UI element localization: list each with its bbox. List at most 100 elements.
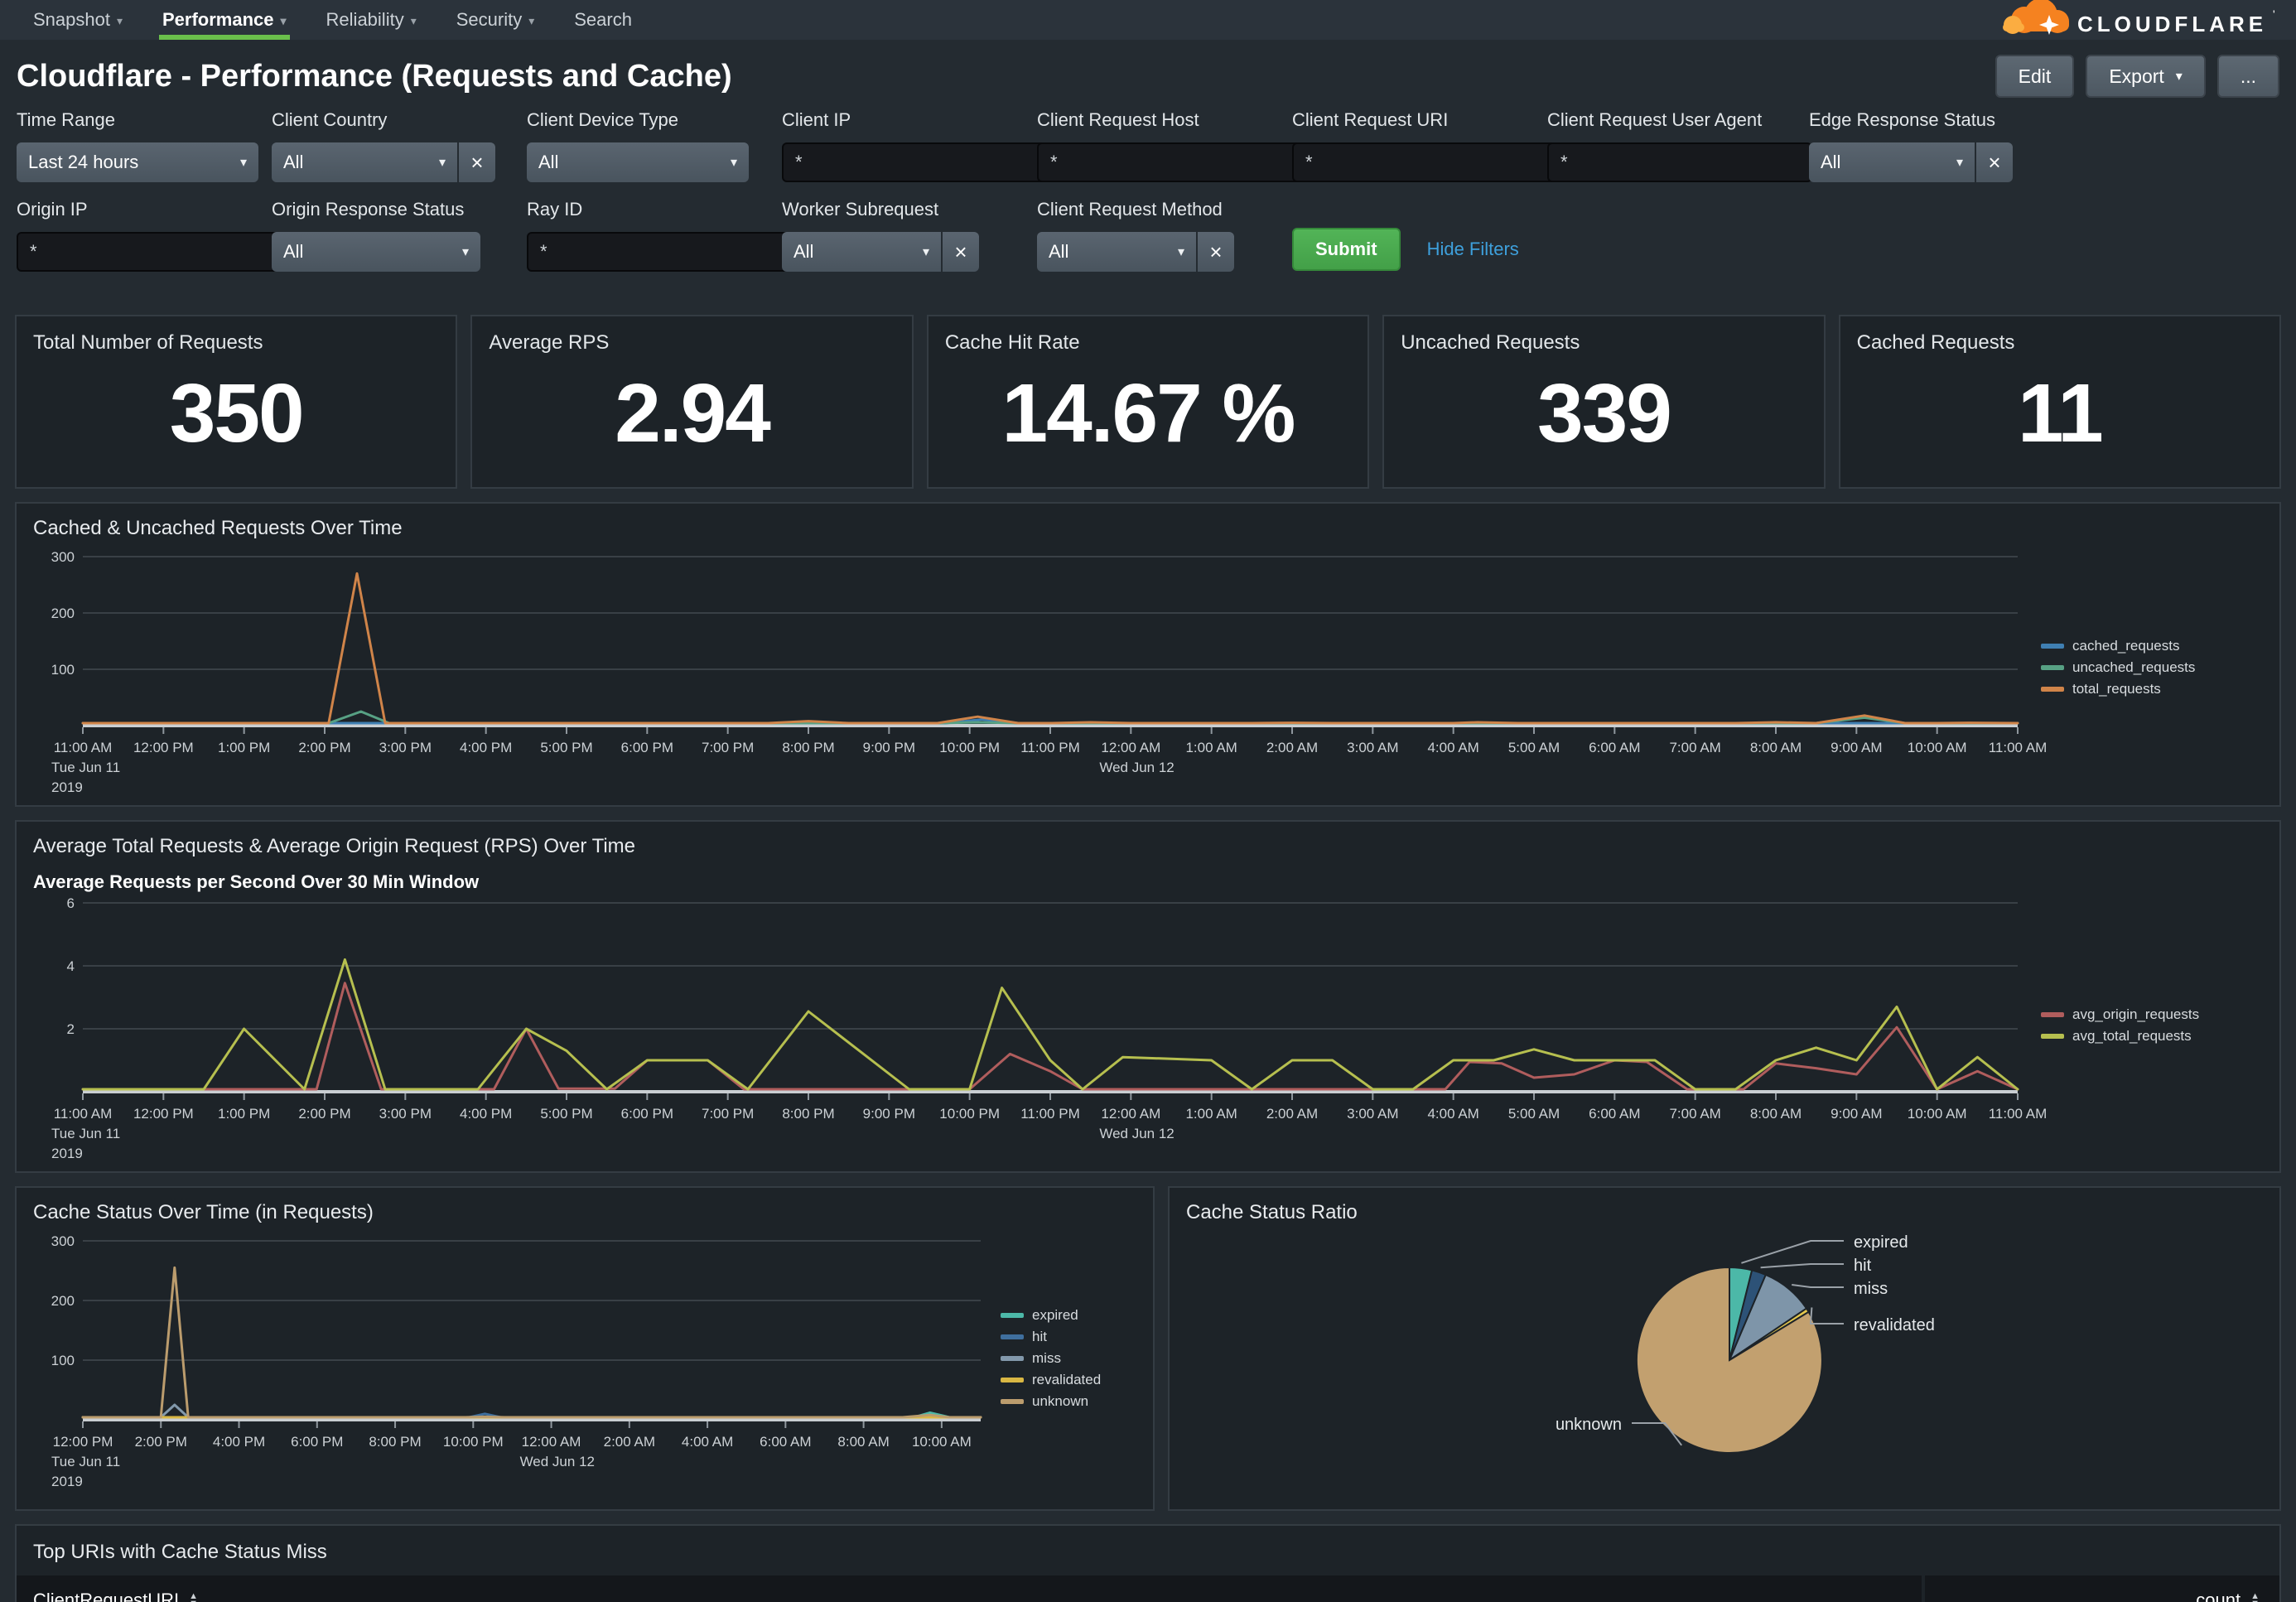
legend-swatch (2041, 1034, 2064, 1039)
nav-item-reliability[interactable]: Reliability▾ (306, 0, 437, 40)
svg-text:8:00 PM: 8:00 PM (782, 740, 834, 755)
legend-item-unknown[interactable]: unknown (1001, 1393, 1140, 1410)
nav-item-security[interactable]: Security▾ (437, 0, 555, 40)
filter-client-request-host: Client Request Host (1037, 109, 1279, 182)
svg-text:4:00 AM: 4:00 AM (1427, 1106, 1478, 1122)
stat-value: 11 (1840, 366, 2279, 461)
export-button[interactable]: Export▾ (2086, 55, 2206, 98)
edit-button[interactable]: Edit (1995, 55, 2075, 98)
stat-card-cache-hit-rate: Cache Hit Rate14.67 % (927, 315, 1369, 489)
filter-client-device-type: Client Device TypeAll▾ (527, 109, 769, 182)
select-value: All (538, 152, 558, 173)
edge-response-status-select[interactable]: All▾ (1809, 142, 1975, 182)
worker-subrequest-clear-button[interactable]: × (943, 232, 979, 272)
nav-item-performance[interactable]: Performance▾ (142, 0, 306, 40)
client-request-user-agent-input[interactable] (1547, 142, 1812, 182)
legend-item-hit[interactable]: hit (1001, 1329, 1140, 1345)
svg-text:11:00 PM: 11:00 PM (1020, 740, 1080, 755)
chevron-down-icon: ▾ (281, 14, 287, 28)
client-request-method-clear-button[interactable]: × (1198, 232, 1234, 272)
origin-response-status-select[interactable]: All▾ (272, 232, 480, 272)
panel-avg-rps: Average Total Requests & Average Origin … (15, 820, 2281, 1173)
edge-response-status-clear-button[interactable]: × (1976, 142, 2013, 182)
stat-value: 14.67 % (929, 366, 1367, 461)
legend-item-revalidated[interactable]: revalidated (1001, 1372, 1140, 1388)
filter-label: Worker Subrequest (782, 199, 1024, 220)
uri-column-header[interactable]: ClientRequestURI ▲▼ (17, 1575, 1922, 1602)
nav-item-snapshot[interactable]: Snapshot▾ (13, 0, 142, 40)
origin-ip-input[interactable] (17, 232, 282, 272)
stat-card-average-rps: Average RPS2.94 (470, 315, 913, 489)
svg-text:11:00 AM: 11:00 AM (1989, 740, 2048, 755)
legend-item-uncached-requests[interactable]: uncached_requests (2041, 659, 2266, 676)
svg-text:4:00 PM: 4:00 PM (213, 1434, 265, 1450)
svg-text:11:00 AM: 11:00 AM (54, 740, 113, 755)
svg-text:12:00 AM: 12:00 AM (1101, 740, 1160, 755)
chevron-down-icon: ▾ (2176, 68, 2183, 84)
client-request-uri-input[interactable] (1292, 142, 1557, 182)
svg-text:1:00 PM: 1:00 PM (218, 740, 270, 755)
time-range-select[interactable]: Last 24 hours▾ (17, 142, 258, 182)
client-country-clear-button[interactable]: × (459, 142, 495, 182)
pie-label-unknown: unknown (1556, 1416, 1622, 1434)
svg-text:100: 100 (51, 662, 75, 678)
client-request-method-select[interactable]: All▾ (1037, 232, 1196, 272)
stat-label: Average RPS (489, 331, 609, 355)
legend-item-expired[interactable]: expired (1001, 1307, 1140, 1324)
legend-label: cached_requests (2072, 638, 2179, 654)
client-ip-input[interactable] (782, 142, 1047, 182)
svg-text:9:00 PM: 9:00 PM (863, 740, 915, 755)
cache-status-ratio-plot: expiredhitmissrevalidatedunknown (1183, 1228, 2253, 1496)
filter-label: Ray ID (527, 199, 769, 220)
panel-title: Cached & Uncached Requests Over Time (33, 517, 2266, 540)
count-column-header[interactable]: count ▲▼ (1925, 1575, 2279, 1602)
table-header: ClientRequestURI ▲▼ count ▲▼ (17, 1575, 2279, 1602)
legend-item-miss[interactable]: miss (1001, 1350, 1140, 1367)
legend-label: unknown (1032, 1393, 1088, 1410)
chevron-down-icon: ▾ (452, 244, 469, 260)
avg-rps-over-time-plot: 24611:00 AMTue Jun 11201912:00 PM1:00 PM… (30, 893, 2031, 1158)
submit-button[interactable]: Submit (1292, 228, 1401, 271)
filter-actions: Submit Hide Filters (1292, 227, 2024, 272)
sort-icon[interactable]: ▲▼ (2250, 1593, 2260, 1602)
pie-label-expired: expired (1854, 1233, 1908, 1252)
filter-label: Client Request Host (1037, 109, 1279, 131)
legend-label: avg_total_requests (2072, 1028, 2192, 1045)
svg-text:Tue Jun 11: Tue Jun 11 (51, 760, 120, 775)
client-request-host-input[interactable] (1037, 142, 1302, 182)
svg-text:12:00 PM: 12:00 PM (53, 1434, 113, 1450)
cache-ratio-pie-chart: expiredhitmissrevalidatedunknown (1183, 1228, 2266, 1496)
legend-swatch (2041, 1012, 2064, 1017)
svg-text:10:00 AM: 10:00 AM (1908, 740, 1967, 755)
legend-item-total-requests[interactable]: total_requests (2041, 681, 2266, 697)
panel-title: Cache Status Over Time (in Requests) (33, 1201, 1140, 1224)
cache-status-legend: expired hit miss revalidated unknown (1001, 1307, 1140, 1410)
filter-client-request-user-agent: Client Request User Agent (1547, 109, 1796, 182)
filter-client-ip: Client IP (782, 109, 1024, 182)
legend-item-cached-requests[interactable]: cached_requests (2041, 638, 2266, 654)
svg-text:7:00 AM: 7:00 AM (1669, 1106, 1720, 1122)
svg-text:11:00 AM: 11:00 AM (1989, 1106, 2048, 1122)
more-options-button[interactable]: ... (2217, 55, 2279, 98)
worker-subrequest-select[interactable]: All▾ (782, 232, 941, 272)
svg-text:Wed Jun 12: Wed Jun 12 (1099, 760, 1174, 775)
nav-item-search[interactable]: Search (554, 0, 652, 40)
legend-item-avg-total-requests[interactable]: avg_total_requests (2041, 1028, 2266, 1045)
client-country-select[interactable]: All▾ (272, 142, 457, 182)
stat-cards: Total Number of Requests350Average RPS2.… (0, 315, 2296, 489)
nav-item-label: Snapshot (33, 9, 110, 31)
client-device-type-select[interactable]: All▾ (527, 142, 749, 182)
filter-label: Client Request Method (1037, 199, 1279, 220)
svg-text:8:00 PM: 8:00 PM (369, 1434, 421, 1450)
ray-id-input[interactable] (527, 232, 792, 272)
hide-filters-link[interactable]: Hide Filters (1427, 239, 1519, 260)
svg-text:2019: 2019 (51, 1474, 83, 1489)
filter-client-request-method: Client Request Method All▾× (1037, 199, 1279, 272)
svg-text:1:00 PM: 1:00 PM (218, 1106, 270, 1122)
legend-item-avg-origin-requests[interactable]: avg_origin_requests (2041, 1006, 2266, 1023)
chevron-down-icon: ▾ (230, 154, 247, 171)
svg-text:200: 200 (51, 606, 75, 621)
sort-icon[interactable]: ▲▼ (189, 1593, 198, 1602)
svg-text:5:00 PM: 5:00 PM (540, 1106, 592, 1122)
stat-label: Uncached Requests (1401, 331, 1580, 355)
